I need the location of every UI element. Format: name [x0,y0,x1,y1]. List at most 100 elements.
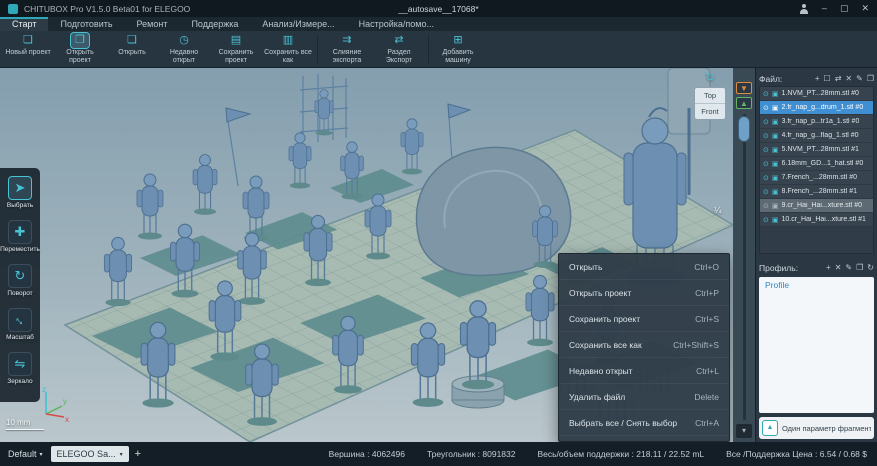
layer-slider-track[interactable] [743,114,746,420]
expand-fragment-button[interactable]: ▲ [762,420,778,436]
view-orientation-widget: ↻ Top Front [692,70,728,120]
visibility-icon[interactable]: ⊙ [763,174,769,182]
main-toolbar: ❏ Новый проект ❐ Открыть проект ❑ Открыт… [0,31,877,68]
view-top-button[interactable]: Top [695,88,725,103]
file-row-selected[interactable]: ⊙ ▣ 2.fr_nap_g...drum_1.stl #0 [760,101,873,115]
edit-profile-icon[interactable]: ✎ [845,260,852,275]
tab-analyze[interactable]: Анализ/Измере... [250,17,346,31]
visibility-icon[interactable]: ⊙ [763,90,769,98]
rotate-view-icon[interactable]: ↻ [705,70,715,84]
tab-repair[interactable]: Ремонт [125,17,180,31]
scale-tool[interactable]: ↔ Масштаб [6,308,34,341]
slider-mark-quarter: ¼ [714,205,722,215]
mesh-icon: ▣ [772,118,779,126]
mesh-icon: ▣ [772,160,779,168]
add-file-icon[interactable]: + [815,71,820,86]
chevron-down-icon: ▾ [40,451,43,458]
select-all-files-icon[interactable]: ☐ [824,71,831,86]
app-logo-icon [8,4,18,14]
axis-x-label: x [65,415,69,424]
split-export-button[interactable]: ⇄ Раздел Экспорт [373,31,425,67]
merge-export-button[interactable]: ⇉ Слияние экспорта [321,31,373,67]
default-profile-dropdown[interactable]: Default ▾ [8,449,43,459]
delete-profile-icon[interactable]: ✕ [835,260,842,275]
menu-item-recent[interactable]: Недавно открыт Ctrl+L [559,358,729,384]
mirror-icon: ⇋ [8,352,32,376]
slider-up-button[interactable]: ▲ [736,97,752,109]
file-row[interactable]: ⊙ ▣ 1.NVM_PT...28mm.stl #0 [760,87,873,101]
menu-item-open-project[interactable]: Открыть проект Ctrl+P [559,280,729,306]
move-tool[interactable]: ✚ Переместить [0,220,40,253]
visibility-icon[interactable]: ⊙ [763,118,769,126]
file-list: ⊙ ▣ 1.NVM_PT...28mm.stl #0 ⊙ ▣ 2.fr_nap_… [759,86,874,254]
user-account-icon[interactable] [799,4,809,14]
tab-prepare[interactable]: Подготовить [48,17,124,31]
file-row[interactable]: ⊙ ▣ 8.French_...28mm.stl #1 [760,185,873,199]
menu-item-select-all[interactable]: Выбрать все / Снять выбор Ctrl+A [559,410,729,436]
rotate-tool[interactable]: ↻ Поворот [7,264,32,297]
save-project-button[interactable]: ▤ Сохранить проект [210,31,262,67]
minimize-button[interactable]: – [822,0,827,17]
slider-bottom-button[interactable]: ▾ [736,424,752,438]
menu-item-save-all-as[interactable]: Сохранить все как Ctrl+Shift+S [559,332,729,358]
add-profile-icon[interactable]: + [826,260,831,275]
mirror-tool[interactable]: ⇋ Зеркало [7,352,32,385]
fragment-parameter-bar: ▲ Один параметр фрагмента [759,417,874,439]
slider-down-button[interactable]: ▼ [736,82,752,94]
scale-indicator: 10 mm [6,418,44,430]
save-all-as-icon: ▥ [279,33,297,48]
add-machine-button[interactable]: ⊞ Добавить машину [432,31,484,67]
close-button[interactable]: ✕ [861,0,869,17]
right-panel: Файл: + ☐ ⇄ ✕ ✎ ❐ ⊙ ▣ 1.NVM_PT...28mm.st… [755,68,877,442]
visibility-icon[interactable]: ⊙ [763,160,769,168]
tab-settings-help[interactable]: Настройка/помо... [347,17,446,31]
file-row[interactable]: ⊙ ▣ 6.18mm_GD...1_hat.stl #0 [760,157,873,171]
visibility-icon[interactable]: ⊙ [763,202,769,210]
view-front-button[interactable]: Front [695,103,725,119]
mesh-icon: ▣ [772,174,779,182]
tab-support[interactable]: Поддержка [179,17,250,31]
open-button[interactable]: ❑ Открыть [106,31,158,67]
fragment-parameter-label: Один параметр фрагмента [782,424,871,433]
stat-price: Все /Поддержка Цена : 6.54 / 0.68 $ [726,449,867,459]
file-row[interactable]: ⊙ ▣ 3.fr_nap_p...tr1a_1.stl #0 [760,115,873,129]
visibility-icon[interactable]: ⊙ [763,132,769,140]
file-row[interactable]: ⊙ ▣ 5.NVM_PT...28mm.stl #1 [760,143,873,157]
menu-item-save-project[interactable]: Сохранить проект Ctrl+S [559,306,729,332]
delete-file-icon[interactable]: ✕ [845,71,852,86]
visibility-icon[interactable]: ⊙ [763,216,769,224]
viewport-3d[interactable]: ➤ Выбрать ✚ Переместить ↻ Поворот ↔ Масш… [0,68,733,442]
open-project-button[interactable]: ❐ Открыть проект [54,31,106,67]
tab-start[interactable]: Старт [0,17,48,31]
menu-item-delete-file[interactable]: Удалить файл Delete [559,384,729,410]
profile-header: Профиль: + ✕ ✎ ❐ ↻ [759,260,874,275]
copy-profile-icon[interactable]: ❐ [856,260,863,275]
file-row[interactable]: ⊙ ▣ 4.fr_nap_g...flag_1.stl #0 [760,129,873,143]
chitubox-window: CHITUBOX Pro V1.5.0 Beta01 for ELEGOO __… [0,0,877,466]
mesh-icon: ▣ [772,146,779,154]
menu-item-open[interactable]: Открыть Ctrl+O [559,254,729,280]
maximize-button[interactable]: ▢ [840,0,849,17]
refresh-profile-icon[interactable]: ↻ [867,260,874,275]
file-row-hidden[interactable]: ⊙ ▣ 9.cr_Hai_Hai...xture.stl #0 [760,199,873,213]
select-tool[interactable]: ➤ Выбрать [7,176,33,209]
visibility-icon[interactable]: ⊙ [763,146,769,154]
swap-files-icon[interactable]: ⇄ [835,71,842,86]
save-all-as-button[interactable]: ▥ Сохранить все как [262,31,314,67]
rename-file-icon[interactable]: ✎ [856,71,863,86]
visibility-icon[interactable]: ⊙ [763,104,769,112]
add-machine-icon: ⊞ [449,33,467,48]
copy-file-icon[interactable]: ❐ [867,71,874,86]
new-project-button[interactable]: ❏ Новый проект [2,31,54,67]
layer-slider-handle[interactable] [738,116,750,142]
layer-slider-strip: ▼ ▲ ▾ [733,68,755,442]
recent-button[interactable]: ◷ Недавно открыт [158,31,210,67]
profile-item[interactable]: Profile [759,277,874,293]
visibility-icon[interactable]: ⊙ [763,188,769,196]
file-row[interactable]: ⊙ ▣ 7.French_...28mm.stl #0 [760,171,873,185]
save-project-icon: ▤ [227,33,245,48]
file-row[interactable]: ⊙ ▣ 10.cr_Hai_Hai...xture.stl #1 [760,213,873,227]
add-machine-tab-button[interactable]: + [135,448,141,460]
toolbar-divider [428,35,429,63]
machine-tab[interactable]: ELEGOO Sa... ▾ [51,446,129,462]
